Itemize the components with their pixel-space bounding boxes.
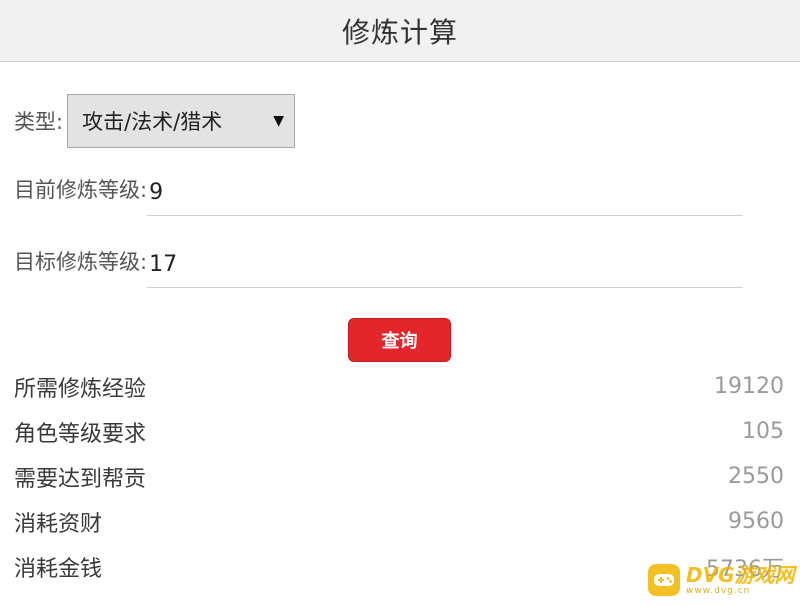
result-row: 所需修炼经验 19120 (14, 364, 784, 409)
gamepad-icon (648, 564, 680, 596)
result-label: 所需修炼经验 (14, 376, 147, 402)
result-value: 19120 (714, 374, 784, 399)
current-level-label: 目前修炼等级: (14, 178, 148, 202)
result-row: 需要达到帮贡 2550 (14, 454, 784, 499)
caret-down-icon: ▼ (273, 113, 285, 129)
page-title: 修炼计算 (341, 15, 458, 49)
type-select-value: 攻击/法术/猎术 (82, 110, 223, 134)
title-bar: 修炼计算 (0, 0, 800, 62)
target-level-input[interactable]: 17 (147, 244, 744, 288)
watermark: DVG游戏网 www.dvg.cn (648, 560, 795, 600)
result-row: 消耗资财 9560 (14, 499, 784, 544)
query-button[interactable]: 查询 (348, 318, 451, 362)
target-level-label: 目标修炼等级: (14, 250, 148, 274)
result-label: 需要达到帮贡 (14, 466, 147, 492)
result-value: 105 (742, 419, 784, 444)
type-row: 类型: 攻击/法术/猎术 ▼ (14, 94, 296, 148)
type-select[interactable]: 攻击/法术/猎术 ▼ (67, 94, 296, 148)
watermark-text: DVG游戏网 (686, 563, 795, 587)
watermark-url: www.dvg.cn (686, 586, 751, 596)
current-level-value: 9 (149, 180, 164, 205)
current-level-input[interactable]: 9 (147, 172, 744, 216)
results-list: 所需修炼经验 19120 角色等级要求 105 需要达到帮贡 2550 消耗资财… (14, 364, 784, 589)
current-level-row: 目前修炼等级: 9 (14, 172, 744, 216)
target-level-value: 17 (149, 252, 178, 277)
result-label: 消耗金钱 (14, 556, 103, 582)
result-row: 角色等级要求 105 (14, 409, 784, 454)
result-label: 消耗资财 (14, 511, 103, 537)
target-level-row: 目标修炼等级: 17 (14, 244, 744, 288)
result-value: 9560 (728, 509, 784, 534)
result-label: 角色等级要求 (14, 421, 147, 447)
type-label: 类型: (14, 110, 64, 134)
result-value: 2550 (728, 464, 784, 489)
